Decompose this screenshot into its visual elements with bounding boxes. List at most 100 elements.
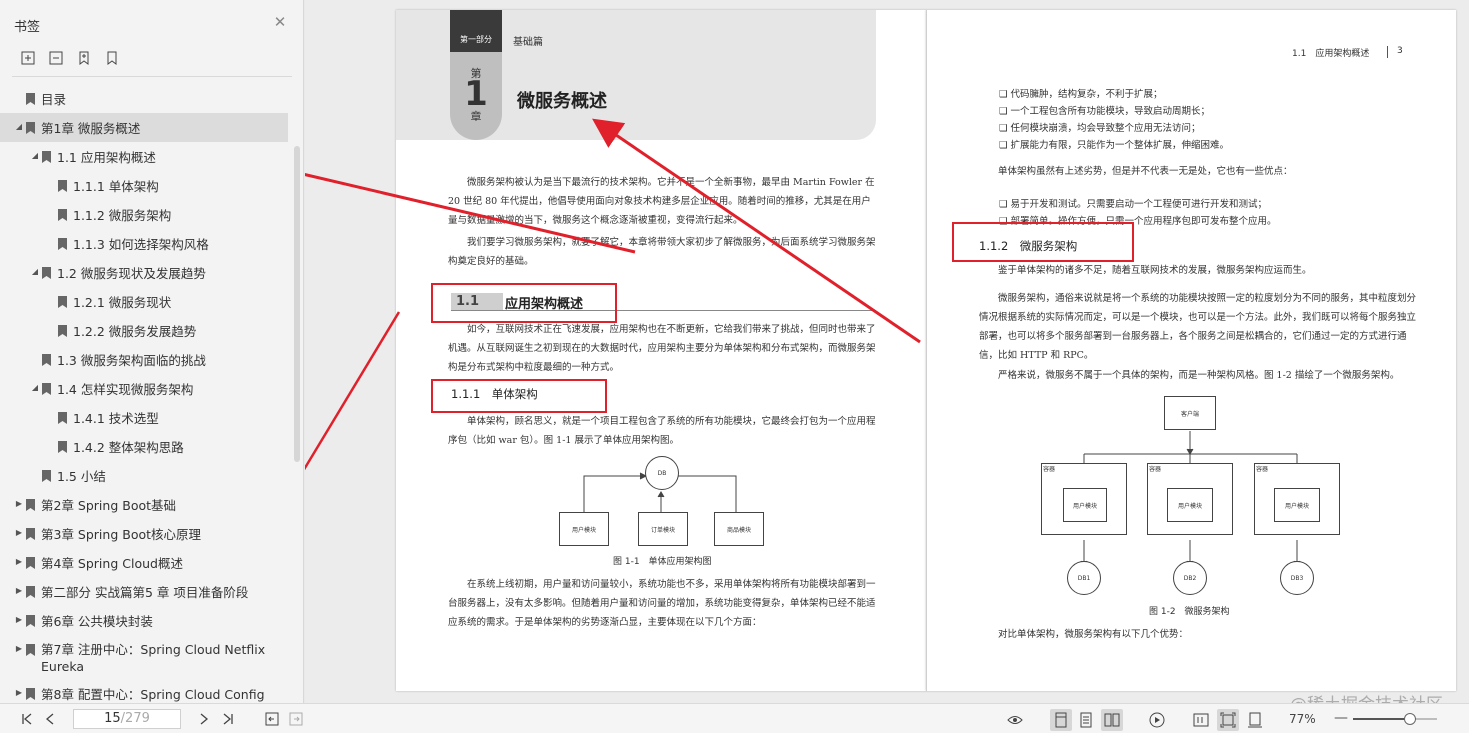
bookmark-label: 第4章 Spring Cloud概述 (41, 556, 183, 571)
part-tag-bg (450, 10, 502, 52)
figure-client: 客户端 (1164, 396, 1216, 430)
bookmark-item[interactable]: ▶ 第8章 配置中心：Spring Cloud Config (0, 679, 294, 702)
bookmark-item[interactable]: 1.2.1 微服务现状 (0, 287, 294, 316)
zoom-slider[interactable] (1353, 713, 1437, 725)
play-icon[interactable] (1146, 709, 1168, 731)
highlight-box (431, 283, 617, 323)
bookmark-icon (58, 411, 67, 424)
figure-caption: 图 1-2 微服务架构 (1149, 607, 1230, 617)
bookmark-icon (26, 614, 35, 627)
expand-arrow-icon[interactable]: ▶ (14, 586, 24, 595)
collapse-arrow-icon[interactable]: ◢ (30, 151, 40, 160)
bookmark-item[interactable]: ▶ 第7章 注册中心：Spring Cloud Netflix Eureka (0, 635, 294, 679)
bookmark-label: 第6章 公共模块封装 (41, 614, 153, 629)
bookmark-icon (42, 150, 51, 163)
bookmark-icon (58, 237, 67, 250)
prev-page-icon[interactable] (41, 710, 59, 728)
expand-arrow-icon[interactable]: ▶ (14, 688, 24, 697)
single-page-view-icon[interactable] (1050, 709, 1072, 731)
bullet-text: 扩展能力有限，只能作为一个整体扩展，伸缩困难。 (1010, 140, 1230, 151)
expand-arrow-icon[interactable]: ▶ (14, 644, 24, 653)
bookmark-label: 第8章 配置中心：Spring Cloud Config (41, 687, 265, 702)
bookmark-item[interactable]: ▶ 第2章 Spring Boot基础 (0, 490, 294, 519)
expand-arrow-icon[interactable]: ▶ (14, 528, 24, 537)
paragraph: 我们要学习微服务架构，就要了解它，本章将带领大家初步了解微服务，为后面系统学习微… (448, 237, 876, 267)
bookmark-item[interactable]: 1.4.2 整体架构思路 (0, 432, 294, 461)
add-bookmark-icon[interactable] (76, 50, 92, 66)
bookmark-tree: 目录 ◢ 第1章 微服务概述 ◢ 1.1 应用架构概述 1.1.1 单体架构 1.1.2 微… (0, 84, 294, 702)
checkbox-bullet-icon: ❑ (999, 199, 1011, 210)
expand-arrow-icon[interactable]: ▶ (14, 557, 24, 566)
bookmark-item[interactable]: 1.1.2 微服务架构 (0, 200, 294, 229)
running-header: 1.1 应用架构概述 (1292, 49, 1370, 59)
bookmark-icon (26, 498, 35, 511)
bullet-item: ❑ 易于开发和测试。只需要启动一个工程便可进行开发和测试； (999, 196, 1419, 213)
bookmark-item[interactable]: ◢ 1.2 微服务现状及发展趋势 (0, 258, 294, 287)
bookmark-label: 第2章 Spring Boot基础 (41, 498, 177, 513)
figure-label: 容器 (1256, 466, 1269, 473)
bookmark-label: 第7章 注册中心：Spring Cloud Netflix Eureka (41, 642, 266, 674)
highlight-box (431, 379, 607, 413)
bookmark-item[interactable]: 1.4.1 技术选型 (0, 403, 294, 432)
last-page-icon[interactable] (219, 710, 237, 728)
bookmark-icon (42, 353, 51, 366)
zoom-level[interactable]: 77% (1289, 712, 1316, 726)
collapse-arrow-icon[interactable]: ◢ (14, 122, 24, 131)
bookmark-item[interactable]: 目录 (0, 84, 294, 113)
collapse-all-icon[interactable] (48, 50, 64, 66)
close-icon[interactable]: ✕ (272, 14, 288, 30)
bookmark-icon[interactable] (104, 50, 120, 66)
next-page-icon[interactable] (195, 710, 213, 728)
two-page-view-icon[interactable] (1101, 709, 1123, 731)
bookmark-item[interactable]: ▶ 第4章 Spring Cloud概述 (0, 548, 294, 577)
actual-size-icon[interactable] (1190, 709, 1212, 731)
bullet-text: 易于开发和测试。只需要启动一个工程便可进行开发和测试； (1010, 199, 1268, 210)
fit-width-icon[interactable] (1244, 709, 1266, 731)
eye-icon[interactable] (1004, 709, 1026, 731)
bookmark-item[interactable]: ▶ 第3章 Spring Boot核心原理 (0, 519, 294, 548)
bookmark-item[interactable]: 1.1.3 如何选择架构风格 (0, 229, 294, 258)
bookmark-item[interactable]: ▶ 第二部分 实战篇第5 章 项目准备阶段 (0, 577, 294, 606)
bookmark-label: 1.1.1 单体架构 (73, 179, 159, 194)
bookmark-item[interactable]: ◢ 1.1 应用架构概述 (0, 142, 294, 171)
bookmark-icon (58, 208, 67, 221)
bookmark-label: 1.3 微服务架构面临的挑战 (57, 353, 206, 368)
bookmark-item[interactable]: 1.1.1 单体架构 (0, 171, 294, 200)
paragraph: 在系统上线初期，用户量和访问量较小，系统功能也不多，采用单体架构将所有功能模块部… (448, 579, 876, 628)
first-page-icon[interactable] (18, 710, 36, 728)
figure-db-node: DB3 (1280, 561, 1314, 595)
highlight-box (952, 222, 1134, 262)
bookmark-item[interactable]: 1.2.2 微服务发展趋势 (0, 316, 294, 345)
collapse-arrow-icon[interactable]: ◢ (30, 267, 40, 276)
bookmark-label: 第3章 Spring Boot核心原理 (41, 527, 202, 542)
page-right: 1.1 应用架构概述 3 ❑ 代码臃肿，结构复杂，不利于扩展； ❑ 一个工程包含所… (926, 10, 1456, 691)
chapter-zhang: 章 (470, 110, 482, 123)
bookmark-item[interactable]: ▶ 第6章 公共模块封装 (0, 606, 294, 635)
expand-arrow-icon[interactable]: ▶ (14, 615, 24, 624)
bookmark-icon (58, 324, 67, 337)
figure-module: 商品模块 (714, 512, 764, 546)
bookmark-item[interactable]: 1.3 微服务架构面临的挑战 (0, 345, 294, 374)
zoom-out-button[interactable]: — (1334, 710, 1348, 726)
paragraph: 微服务架构被认为是当下最流行的技术架构。它并不是一个全新事物，最早由 Marti… (448, 177, 875, 226)
bookmark-item[interactable]: 1.5 小结 (0, 461, 294, 490)
paragraph: 鉴于单体架构的诸多不足，随着互联网技术的发展，微服务架构应运而生。 (998, 265, 1312, 276)
back-icon[interactable] (263, 710, 281, 728)
bookmark-icon (26, 527, 35, 540)
page-number: 3 (1397, 46, 1403, 56)
page-number-input[interactable]: 15/279 (73, 709, 181, 729)
bookmark-item[interactable]: ◢ 1.4 怎样实现微服务架构 (0, 374, 294, 403)
scrollbar[interactable] (294, 146, 300, 462)
collapse-arrow-icon[interactable]: ◢ (30, 383, 40, 392)
status-bar: 15/279 77% — (0, 703, 1469, 733)
bullet-text: 一个工程包含所有功能模块，导致启动周期长； (1010, 106, 1211, 117)
expand-all-icon[interactable] (20, 50, 36, 66)
zoom-slider-handle[interactable] (1404, 713, 1417, 725)
bookmark-icon (42, 266, 51, 279)
bookmark-item[interactable]: ◢ 第1章 微服务概述 (0, 113, 288, 142)
forward-icon[interactable] (287, 710, 305, 728)
bookmark-label: 1.4 怎样实现微服务架构 (57, 382, 194, 397)
fit-page-icon[interactable] (1217, 709, 1239, 731)
continuous-view-icon[interactable] (1075, 709, 1097, 731)
expand-arrow-icon[interactable]: ▶ (14, 499, 24, 508)
